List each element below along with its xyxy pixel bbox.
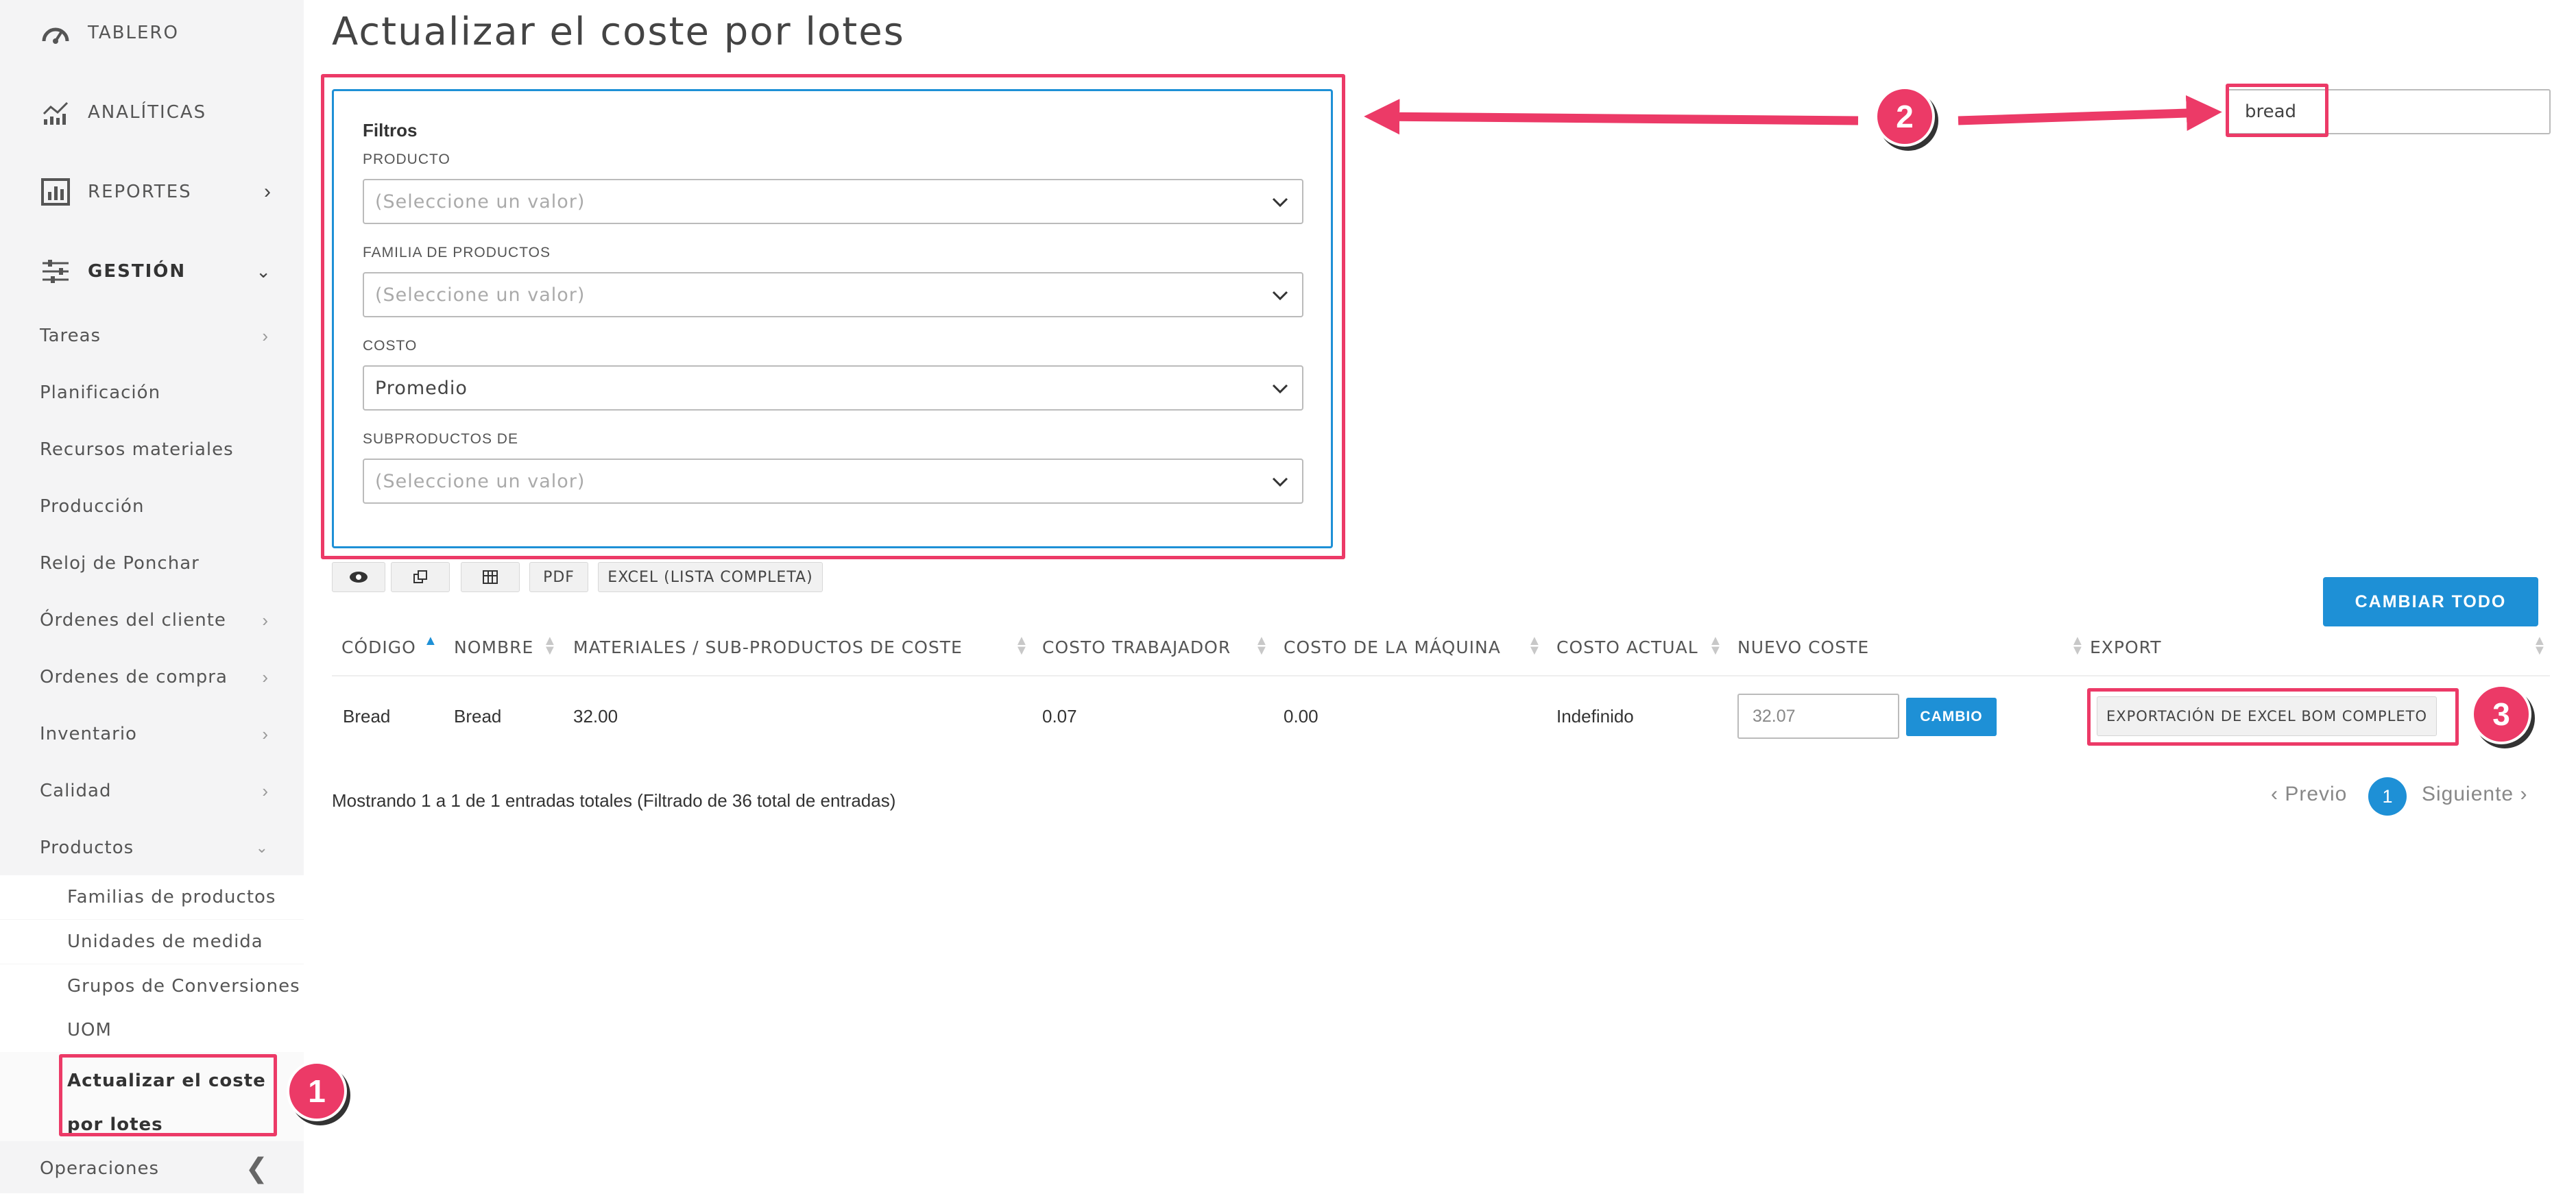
sidebar-item-unidades[interactable]: Unidades de medida: [0, 920, 304, 964]
chevron-right-icon: ›: [262, 723, 268, 744]
sidebar-item-operaciones[interactable]: Operaciones ❮: [0, 1141, 304, 1196]
column-header-materiales[interactable]: MATERIALES / SUB-PRODUCTOS DE COSTE: [573, 637, 963, 657]
column-header-costo-maquina[interactable]: COSTO DE LA MÁQUINA: [1284, 637, 1501, 657]
change-button[interactable]: CAMBIO: [1906, 698, 1997, 736]
sort-icon[interactable]: ▲ ▼: [2533, 634, 2547, 657]
copy-button[interactable]: [391, 562, 450, 592]
csv-button[interactable]: [461, 562, 520, 592]
eye-icon: [350, 572, 368, 583]
nav-label: REPORTES: [88, 182, 192, 202]
cell-nombre: Bread: [454, 706, 502, 727]
sidebar-item-tareas[interactable]: Tareas ›: [0, 308, 304, 363]
sort-icon[interactable]: ▲ ▼: [1255, 634, 1268, 657]
chevron-right-icon: ›: [264, 180, 271, 203]
sort-icon[interactable]: ▲ ▼: [2071, 634, 2084, 657]
pagination-next[interactable]: Siguiente ›: [2422, 783, 2527, 806]
annotation-badge-1: 1: [287, 1061, 347, 1121]
sidebar-item-familias[interactable]: Familias de productos: [0, 875, 304, 919]
nav-analiticas[interactable]: ANALÍTICAS: [0, 85, 304, 140]
column-header-nombre[interactable]: NOMBRE: [454, 637, 533, 657]
chevron-right-icon: ›: [262, 780, 268, 801]
pagination-page-current[interactable]: 1: [2368, 777, 2407, 816]
sidebar-item-uom[interactable]: UOM: [0, 1008, 304, 1052]
pdf-button[interactable]: PDF: [529, 562, 588, 592]
sort-icon[interactable]: ▲ ▼: [1015, 634, 1028, 657]
sort-icon[interactable]: ▲ ▼: [543, 634, 557, 657]
sidebar: TABLERO ANALÍTICAS REPORTES › GESTIÓN ⌄ …: [0, 0, 304, 1193]
cell-costo-actual: Indefinido: [1556, 706, 1634, 727]
change-all-button[interactable]: CAMBIAR TODO: [2323, 577, 2538, 626]
highlight-box-1: [59, 1054, 277, 1136]
sidebar-item-planificacion[interactable]: Planificación: [0, 365, 304, 420]
collapse-chevron-icon[interactable]: ❮: [245, 1153, 268, 1184]
table-icon: [483, 570, 498, 584]
sidebar-item-ordenes-cliente[interactable]: Órdenes del cliente ›: [0, 593, 304, 648]
nav-label: GESTIÓN: [88, 261, 186, 282]
dashboard-gauge-icon: [40, 17, 71, 49]
cell-costo-trabajador: 0.07: [1042, 706, 1077, 727]
nav-reportes[interactable]: REPORTES ›: [0, 164, 304, 219]
excel-full-list-button[interactable]: EXCEL (LISTA COMPLETA): [598, 562, 823, 592]
sidebar-item-produccion[interactable]: Producción: [0, 479, 304, 534]
entries-info: Mostrando 1 a 1 de 1 entradas totales (F…: [332, 790, 896, 811]
sort-icon[interactable]: ▲ ▼: [1528, 634, 1541, 657]
arrow-to-search: [1958, 95, 2222, 132]
sidebar-item-ordenes-compra[interactable]: Ordenes de compra ›: [0, 650, 304, 705]
nav-label: ANALÍTICAS: [88, 102, 207, 123]
sliders-icon: [40, 256, 71, 287]
toggle-columns-button[interactable]: [332, 562, 385, 592]
sidebar-item-recursos[interactable]: Recursos materiales: [0, 422, 304, 477]
nav-gestion[interactable]: GESTIÓN ⌄: [0, 244, 304, 299]
sidebar-item-calidad[interactable]: Calidad ›: [0, 764, 304, 818]
highlight-box-filters: [321, 74, 1345, 559]
sidebar-item-reloj[interactable]: Reloj de Ponchar: [0, 536, 304, 591]
sidebar-item-productos[interactable]: Productos ⌄: [0, 820, 304, 875]
cell-costo-maquina: 0.00: [1284, 706, 1319, 727]
chevron-right-icon: ›: [262, 666, 268, 687]
chevron-down-icon: ⌄: [256, 260, 271, 282]
chevron-right-icon: ›: [262, 609, 268, 631]
arrow-to-filters: [1364, 99, 1859, 135]
sidebar-item-grupos[interactable]: Grupos de Conversiones: [0, 964, 304, 1008]
column-header-nuevo-coste[interactable]: NUEVO COSTE: [1737, 637, 1869, 657]
sidebar-item-inventario[interactable]: Inventario ›: [0, 707, 304, 761]
column-header-codigo[interactable]: CÓDIGO: [341, 637, 416, 657]
pagination-prev[interactable]: ‹ Previo: [2271, 783, 2347, 806]
analytics-chart-icon: [40, 97, 71, 128]
highlight-box-export: [2087, 688, 2459, 746]
cell-codigo: Bread: [343, 706, 391, 727]
sort-icon[interactable]: ▲: [424, 634, 437, 648]
column-header-export[interactable]: EXPORT: [2090, 637, 2162, 657]
chevron-right-icon: ›: [262, 325, 268, 346]
copy-icon: [413, 570, 427, 583]
highlight-box-search: [2226, 84, 2328, 137]
annotation-badge-2: 2: [1875, 86, 1935, 147]
nav-label: TABLERO: [88, 23, 179, 43]
nav-tablero[interactable]: TABLERO: [0, 5, 304, 60]
table-header-divider: [332, 675, 2550, 676]
column-header-costo-actual[interactable]: COSTO ACTUAL: [1556, 637, 1698, 657]
sort-icon[interactable]: ▲ ▼: [1709, 634, 1722, 657]
chevron-down-icon: ⌄: [255, 839, 268, 856]
page-title: Actualizar el coste por lotes: [332, 10, 905, 54]
new-cost-input[interactable]: [1737, 694, 1899, 739]
annotation-badge-3: 3: [2471, 684, 2531, 744]
cell-materiales: 32.00: [573, 706, 618, 727]
reports-bar-icon: [40, 176, 71, 208]
column-header-costo-trabajador[interactable]: COSTO TRABAJADOR: [1042, 637, 1231, 657]
